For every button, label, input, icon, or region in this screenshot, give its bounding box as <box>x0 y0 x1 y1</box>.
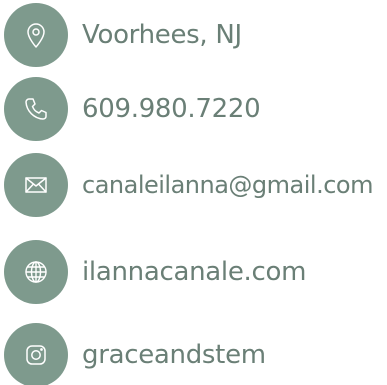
phone-text[interactable]: 609.980.7220 <box>82 77 261 141</box>
contact-website: ilannacanale.com <box>0 240 387 304</box>
instagram-icon <box>4 323 68 385</box>
email-text[interactable]: canaleilanna@gmail.com <box>82 153 373 217</box>
instagram-text[interactable]: graceandstem <box>82 323 266 385</box>
location-text: Voorhees, NJ <box>82 20 242 50</box>
phone-icon <box>4 77 68 141</box>
envelope-icon <box>4 153 68 217</box>
location-pin-icon <box>4 3 68 67</box>
globe-icon <box>4 240 68 304</box>
contact-email: canaleilanna@gmail.com <box>0 153 387 217</box>
contact-list: Voorhees, NJ 609.980.7220 canaleilanna@g… <box>0 0 387 385</box>
contact-instagram: graceandstem <box>0 323 387 385</box>
contact-location: Voorhees, NJ <box>0 3 387 67</box>
contact-phone: 609.980.7220 <box>0 77 387 141</box>
website-text[interactable]: ilannacanale.com <box>82 240 306 304</box>
